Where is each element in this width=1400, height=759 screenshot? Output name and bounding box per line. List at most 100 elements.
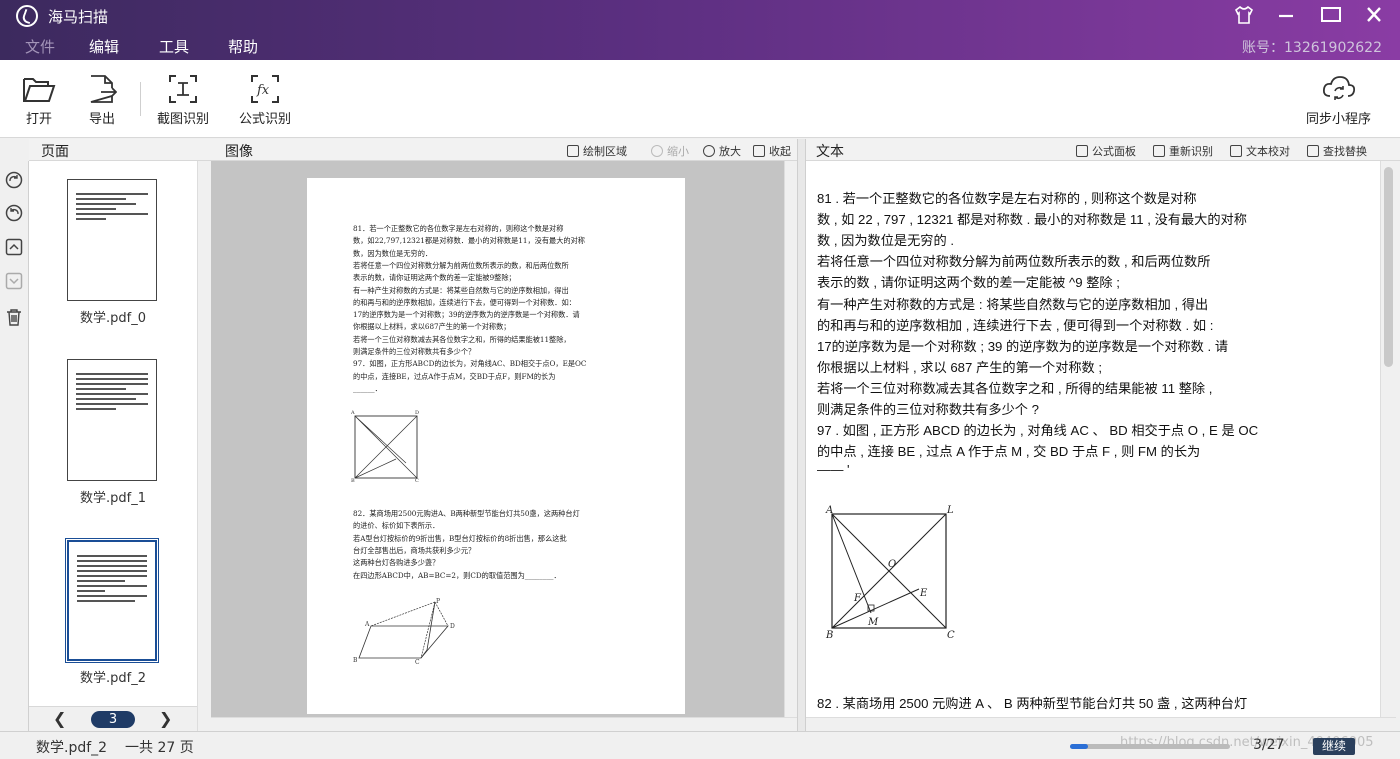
page-thumbnail-2[interactable] <box>65 538 159 663</box>
image-horizontal-scrollbar[interactable] <box>211 717 797 731</box>
collapse-icon <box>753 145 765 157</box>
text-line[interactable]: 若将任意一个四位对称数分解为前两位数所表示的数 , 和后两位数所 <box>817 251 1210 270</box>
account-label: 账号：13261902622 <box>1242 40 1382 56</box>
svg-text:C: C <box>947 630 955 641</box>
page-thumbnail-label: 数学.pdf_0 <box>80 311 146 326</box>
export-icon <box>90 75 117 103</box>
draw-region-icon <box>567 145 579 157</box>
rotate-left-icon[interactable] <box>5 204 23 222</box>
scanned-text-line: 的和再与和的逆序数相加，连续进行下去，便可得到一个对称数．如： <box>353 297 576 307</box>
find-replace-button[interactable]: 查找替换 <box>1307 143 1367 159</box>
rotate-right-icon[interactable] <box>5 171 23 189</box>
sync-miniprogram-button[interactable]: 同步小程序 <box>1306 74 1371 127</box>
svg-text:M: M <box>867 617 879 628</box>
svg-text:C: C <box>415 478 419 482</box>
close-icon[interactable] <box>1361 4 1387 28</box>
scrollbar-thumb[interactable] <box>1384 167 1393 367</box>
menu-bar: 文件 编辑 工具 帮助 账号：13261902622 <box>0 32 1400 60</box>
zoom-in-icon <box>703 145 715 157</box>
quadrilateral-figure: P A D B C <box>353 598 455 664</box>
svg-text:D: D <box>415 410 419 416</box>
pages-panel-title: 页面 <box>41 144 69 160</box>
formula-ocr-button[interactable]: fx 公式识别 <box>239 74 291 127</box>
scanned-text-line: 台灯全部售出后，商场共获利多少元？ <box>353 545 476 555</box>
image-panel-title: 图像 <box>225 144 253 160</box>
svg-text:O: O <box>888 559 896 570</box>
proofread-button[interactable]: 文本校对 <box>1230 143 1290 159</box>
text-line[interactable]: 的和再与和的逆序数相加 , 连续进行下去 , 便可得到一个对称数 . 如 : <box>817 315 1213 334</box>
square-figure: A D B C <box>351 410 419 482</box>
recognized-square-figure: A L O F E M B C <box>825 505 955 641</box>
text-line[interactable]: 则满足条件的三位对称数共有多少个 ? <box>817 399 1039 418</box>
svg-text:D: D <box>450 623 455 630</box>
scanned-text-line: 你根据以上材料，求以687产生的第一个对称数； <box>353 322 511 332</box>
formula-panel-icon <box>1076 145 1088 157</box>
zoom-in-button[interactable]: 放大 <box>703 143 741 159</box>
continue-button[interactable]: 继续 <box>1313 738 1355 755</box>
pages-scrollbar[interactable] <box>197 161 210 731</box>
text-line[interactable]: 82 . 某商场用 2500 元购进 A 、 B 两种新型节能台灯共 50 盏 … <box>817 693 1247 712</box>
text-line[interactable]: 数 , 如 22 , 797 , 12321 都是对称数 . 最小的对称数是 1… <box>817 209 1247 228</box>
menu-help[interactable]: 帮助 <box>228 36 258 57</box>
zoom-out-button[interactable]: 缩小 <box>651 143 689 159</box>
menu-tools[interactable]: 工具 <box>159 36 189 57</box>
scanned-text-line: 则满足条件的三位对称数共有多少个？ <box>353 347 476 356</box>
text-line[interactable]: 17的逆序数为是一个对称数 ; 39 的逆序数为的逆序数是一个对称数 . 请 <box>817 336 1228 355</box>
move-up-icon[interactable] <box>5 238 23 256</box>
export-button[interactable]: 导出 <box>87 74 117 127</box>
menu-edit[interactable]: 编辑 <box>89 36 119 57</box>
recognized-text-editor[interactable]: 81 . 若一个正整数它的各位数字是左右对称的 , 则称这个数是对称数 , 如 … <box>806 161 1380 717</box>
svg-text:B: B <box>351 478 355 482</box>
svg-text:A: A <box>364 621 370 628</box>
text-line[interactable]: 81 . 若一个正整数它的各位数字是左右对称的 , 则称这个数是对称 <box>817 188 1197 207</box>
text-panel-header: 文本 公式面板 重新识别 文本校对 查找替换 <box>806 139 1400 161</box>
formula-panel-button[interactable]: 公式面板 <box>1076 143 1136 159</box>
text-line[interactable]: 的中点 , 连接 BE , 过点 A 作于点 M , 交 BD 于点 F , 则… <box>817 441 1200 460</box>
re-recognize-icon <box>1153 145 1165 157</box>
current-page-indicator[interactable]: 3 <box>91 711 135 728</box>
re-recognize-button[interactable]: 重新识别 <box>1153 143 1213 159</box>
pages-panel <box>29 161 197 706</box>
total-pages-label: 一共 27 页 <box>125 740 194 756</box>
svg-text:P: P <box>436 598 440 605</box>
next-page-icon[interactable]: ❯ <box>159 709 172 728</box>
delete-icon[interactable] <box>5 308 23 326</box>
open-button[interactable]: 打开 <box>22 74 56 127</box>
prev-page-icon[interactable]: ❮ <box>53 709 66 728</box>
collapse-button[interactable]: 收起 <box>753 143 791 159</box>
text-line[interactable]: 表示的数 , 请你证明这两个数的差一定能被 ^9 整除 ; <box>817 272 1120 291</box>
page-thumbnail-label: 数学.pdf_2 <box>80 671 146 686</box>
scanned-text-line: 数，如22,797,12321都是对称数．最小的对称数是11，没有最大的对称 <box>353 236 585 246</box>
progress-count: 3/27 <box>1253 737 1285 753</box>
text-line[interactable]: 97 . 如图 , 正方形 ABCD 的边长为 , 对角线 AC 、 BD 相交… <box>817 420 1258 439</box>
recognition-progress-bar <box>1070 744 1230 749</box>
page-thumbnail-1[interactable] <box>67 359 157 481</box>
image-vertical-scrollbar[interactable] <box>784 161 797 717</box>
skin-icon[interactable] <box>1231 4 1257 28</box>
maximize-icon[interactable] <box>1318 4 1344 28</box>
screenshot-ocr-button[interactable]: 截图识别 <box>157 74 209 127</box>
text-line[interactable]: 若将一个三位对称数减去其各位数字之和 , 所得的结果能被 11 整除 , <box>817 378 1212 397</box>
draw-region-button[interactable]: 绘制区域 <box>567 143 627 159</box>
text-horizontal-scrollbar[interactable] <box>806 717 1396 731</box>
app-logo-icon <box>16 5 38 27</box>
progress-fill <box>1070 744 1088 749</box>
zoom-out-icon <box>651 145 663 157</box>
page-thumbnail-0[interactable] <box>67 179 157 301</box>
text-line[interactable]: 数 , 因为数位是无穷的 . <box>817 230 954 249</box>
image-preview-area[interactable]: 81．若一个正整数它的各位数字是左右对称的，则称这个数是对称 数，如22,797,… <box>211 161 784 717</box>
panel-splitter[interactable] <box>797 139 806 731</box>
minimize-icon[interactable] <box>1273 4 1299 28</box>
proofread-icon <box>1230 145 1242 157</box>
move-down-icon[interactable] <box>5 272 23 290</box>
text-vertical-scrollbar[interactable] <box>1380 161 1396 717</box>
svg-text:C: C <box>415 659 420 664</box>
text-line[interactable]: 有一种产生对称数的方式是 : 将某些自然数与它的逆序数相加 , 得出 <box>817 294 1208 313</box>
scanned-text-line: 82．某商场用2500元购进A、B两种新型节能台灯共50盏，这两种台灯 <box>353 509 580 518</box>
menu-file[interactable]: 文件 <box>25 36 55 57</box>
text-line[interactable]: —— ' <box>817 462 850 477</box>
text-line[interactable]: 你根据以上材料 , 求以 687 产生的第一个对称数 ; <box>817 357 1102 376</box>
svg-text:A: A <box>825 505 833 516</box>
toolbar: 打开 导出 截图识别 fx 公式识别 同步小程序 <box>0 60 1400 138</box>
scanned-text-line: 17的逆序数为是一个对称数；39的逆序数为的逆序数是一个对称数．请 <box>353 310 580 320</box>
